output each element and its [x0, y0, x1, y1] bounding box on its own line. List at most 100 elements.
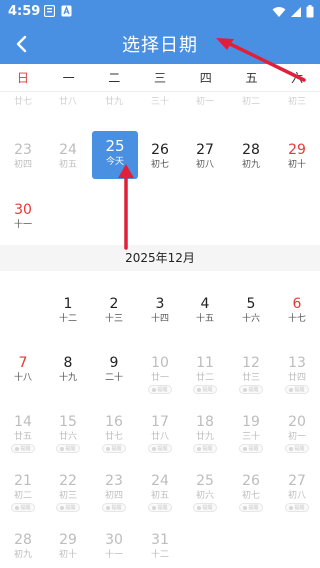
prev-row-cell: 廿八: [51, 96, 85, 106]
lunar-label: 廿六: [58, 432, 77, 442]
bell-icon: [197, 505, 202, 510]
reminder-tag: 提醒: [239, 503, 263, 512]
day-cell[interactable]: 28 初九: [234, 141, 268, 171]
lunar-label: 初七: [150, 160, 169, 170]
weekday-header: 日 一 二 三 四 五 六: [0, 64, 320, 92]
day-cell-reminder[interactable]: 19 三十: [234, 413, 268, 443]
day-cell-reminder[interactable]: 15 廿六: [51, 413, 85, 443]
reminder-label: 提醒: [20, 504, 31, 511]
day-cell[interactable]: 1 十二: [51, 295, 85, 325]
day-cell[interactable]: 8 十九: [51, 354, 85, 384]
weekday-sun: 日: [16, 71, 29, 85]
day-cell-reminder[interactable]: 12 廿三: [234, 354, 268, 384]
day-cell[interactable]: 27 初八: [188, 141, 222, 171]
day-cell-reminder[interactable]: 25 初六: [188, 472, 222, 502]
weekday-fri: 五: [245, 71, 258, 85]
day-number: 26: [242, 473, 260, 489]
lunar-label: 初九: [13, 550, 32, 560]
lunar-label: 廿八: [58, 97, 77, 106]
lunar-label: 初二: [13, 491, 32, 501]
bell-icon: [15, 446, 20, 451]
day-cell[interactable]: 7 十八: [6, 354, 40, 384]
reminder-tag: 提醒: [193, 444, 217, 453]
status-bar: 4:59: [0, 0, 320, 24]
today-cell[interactable]: 25 今天: [92, 131, 138, 179]
system-icons: [272, 5, 314, 18]
day-number: 9: [109, 355, 119, 371]
day-cell-reminder[interactable]: 11 廿二: [188, 354, 222, 384]
lunar-label: 廿二: [195, 373, 214, 383]
lunar-label: 十五: [195, 314, 214, 324]
day-cell-reminder[interactable]: 13 廿四: [280, 354, 314, 384]
day-cell-past: 23 初四: [6, 141, 40, 171]
day-cell-reminder[interactable]: 17 廿八: [143, 413, 177, 443]
day-cell-reminder[interactable]: 16 廿七: [97, 413, 131, 443]
day-cell-reminder[interactable]: 26 初七: [234, 472, 268, 502]
weekday-thu: 四: [199, 71, 212, 85]
day-number: 27: [288, 473, 306, 489]
reminder-tag: 提醒: [11, 444, 35, 453]
reminder-tag: 提醒: [56, 503, 80, 512]
day-cell-reminder[interactable]: 23 初四: [97, 472, 131, 502]
day-cell[interactable]: 5 十六: [234, 295, 268, 325]
day-cell[interactable]: 30 十一: [6, 201, 40, 231]
day-number: 1: [63, 296, 73, 312]
bell-icon: [152, 505, 157, 510]
weekday-wed: 三: [154, 71, 167, 85]
lunar-label: 廿七: [104, 432, 123, 442]
reminder-tag: 提醒: [285, 385, 309, 394]
day-cell-reminder[interactable]: 30 十一: [97, 531, 131, 561]
bell-icon: [289, 387, 294, 392]
reminder-label: 提醒: [157, 445, 168, 452]
day-cell-reminder[interactable]: 14 廿五: [6, 413, 40, 443]
day-cell[interactable]: 2 十三: [97, 295, 131, 325]
reminder-label: 提醒: [294, 445, 305, 452]
day-cell[interactable]: 3 十四: [143, 295, 177, 325]
day-cell-reminder[interactable]: 28 初九: [6, 531, 40, 561]
reminder-tag: 提醒: [239, 444, 263, 453]
day-cell-reminder[interactable]: 22 初三: [51, 472, 85, 502]
day-cell-reminder[interactable]: 24 初五: [143, 472, 177, 502]
lunar-label: 三十: [241, 432, 260, 442]
reminder-tag: 提醒: [285, 444, 309, 453]
bell-icon: [197, 446, 202, 451]
day-cell[interactable]: 4 十五: [188, 295, 222, 325]
app-header: 选择日期: [0, 24, 320, 64]
day-cell[interactable]: 9 二十: [97, 354, 131, 384]
day-number: 28: [14, 532, 32, 548]
bell-icon: [243, 387, 248, 392]
day-number: 4: [200, 296, 210, 312]
day-cell-reminder[interactable]: 27 初八: [280, 472, 314, 502]
day-cell-reminder[interactable]: 29 初十: [51, 531, 85, 561]
bell-icon: [197, 387, 202, 392]
reminder-label: 提醒: [248, 445, 259, 452]
day-number: 13: [288, 355, 306, 371]
lunar-label: 初三: [287, 97, 306, 106]
day-cell-reminder[interactable]: 31 十二: [143, 531, 177, 561]
day-number: 15: [59, 414, 77, 430]
day-cell[interactable]: 6 十七: [280, 295, 314, 325]
lunar-label: 十二: [150, 550, 169, 560]
day-cell-reminder[interactable]: 20 初一: [280, 413, 314, 443]
reminder-tag: 提醒: [285, 503, 309, 512]
reminder-label: 提醒: [65, 504, 76, 511]
reminder-tag: 提醒: [239, 385, 263, 394]
day-number: 26: [151, 142, 169, 158]
day-number: 25: [196, 473, 214, 489]
lunar-label: 初一: [195, 97, 214, 106]
day-cell-reminder[interactable]: 10 廿一: [143, 354, 177, 384]
day-number: 23: [105, 473, 123, 489]
day-cell[interactable]: 26 初七: [143, 141, 177, 171]
prev-row-cell: 初一: [188, 96, 222, 106]
reminder-tag: 提醒: [102, 444, 126, 453]
lunar-label: 廿九: [104, 97, 123, 106]
day-cell-reminder[interactable]: 18 廿九: [188, 413, 222, 443]
reminder-tag: 提醒: [11, 503, 35, 512]
weekday-tue: 二: [108, 71, 121, 85]
day-number: 29: [288, 142, 306, 158]
lunar-label: 二十: [104, 373, 123, 383]
day-cell-reminder[interactable]: 21 初二: [6, 472, 40, 502]
day-cell[interactable]: 29 初十: [280, 141, 314, 171]
today-label: 今天: [105, 157, 124, 167]
day-number: 24: [151, 473, 169, 489]
